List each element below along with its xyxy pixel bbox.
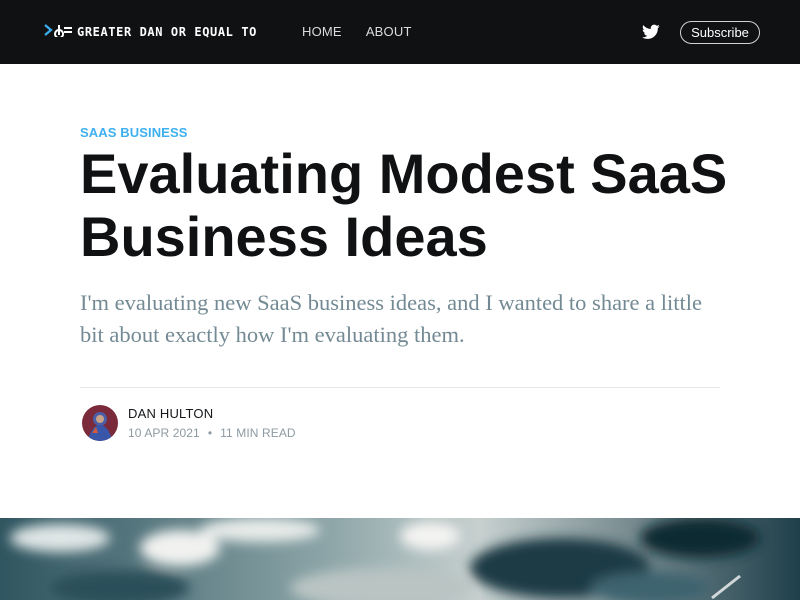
author-avatar[interactable] [82,405,118,441]
greater-or-equal-logo-icon [43,23,73,42]
site-title: GREATER DAN OR EQUAL TO [77,25,257,39]
site-header: GREATER DAN OR EQUAL TO HOME ABOUT Subsc… [0,0,800,64]
reading-time: 11 MIN READ [220,426,296,440]
nav-home[interactable]: HOME [302,23,342,41]
main-nav: HOME ABOUT [302,23,436,41]
twitter-icon[interactable] [642,24,660,40]
author-name-link[interactable]: DAN HULTON [128,406,213,421]
primary-tag-link[interactable]: SAAS BUSINESS [80,125,188,140]
post-meta: 10 APR 2021 • 11 MIN READ [128,426,296,440]
article-excerpt: I'm evaluating new SaaS business ideas, … [80,290,703,347]
nav-about[interactable]: ABOUT [366,23,412,41]
post-date: 10 APR 2021 [128,426,200,440]
meta-separator: • [207,426,213,440]
site-logo[interactable]: GREATER DAN OR EQUAL TO [43,23,257,42]
article-title: Evaluating Modest SaaS Business Ideas [80,142,728,268]
subscribe-button[interactable]: Subscribe [680,21,760,44]
feature-image [0,518,800,600]
byline-divider [80,387,720,388]
